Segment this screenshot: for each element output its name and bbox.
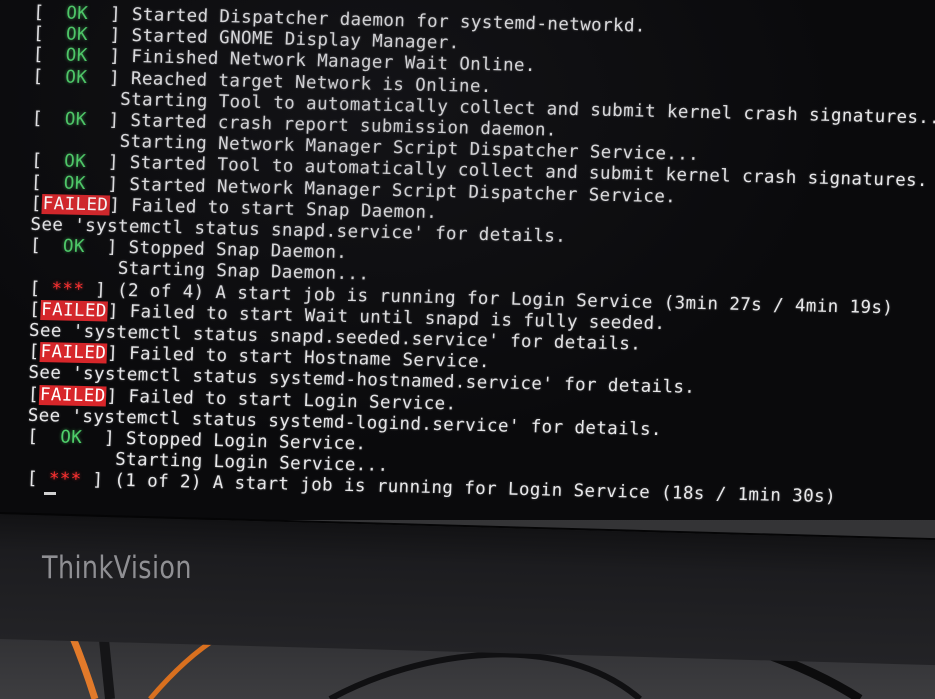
status-failed: FAILED — [41, 193, 110, 216]
status-ok: OK — [65, 24, 89, 46]
status-bracket-open: [ — [29, 235, 64, 257]
monitor-bezel — [0, 512, 935, 666]
status-ok: OK — [65, 3, 89, 24]
photo-scene: [ OK ] Started Dispatcher daemon for sys… — [0, 0, 935, 699]
status-bracket-close: ] — [108, 195, 132, 216]
log-message: (1 of 2) A start job is running for Logi… — [113, 471, 837, 508]
status-bracket-close: ] — [83, 279, 118, 301]
status-bracket-open: [ — [32, 23, 67, 45]
status-bracket-close: ] — [107, 301, 131, 322]
status-bracket-open: [ — [30, 151, 65, 172]
status-failed: FAILED — [39, 342, 108, 364]
status-bracket-open: [ — [27, 384, 40, 405]
status-bracket-open: [ — [28, 341, 41, 363]
status-bracket-open: [ — [31, 108, 66, 130]
status-bracket-open: [ — [32, 45, 67, 66]
status-failed: FAILED — [39, 299, 109, 322]
status-bracket-close: ] — [84, 237, 130, 259]
status-bracket-close: ] — [86, 67, 132, 89]
status-ok: OK — [65, 45, 88, 67]
status-bracket-open: [ — [32, 66, 66, 88]
status-bracket-close: ] — [81, 470, 115, 492]
status-bracket-open: [ — [29, 278, 52, 299]
status-bracket-open: [ — [30, 172, 65, 194]
status-ok: OK — [59, 427, 83, 448]
status-failed: FAILED — [38, 384, 108, 407]
status-ok: OK — [62, 236, 86, 258]
monitor-screen: [ OK ] Started Dispatcher daemon for sys… — [0, 0, 935, 520]
status-bracket-open: [ — [26, 469, 50, 490]
status-ok: OK — [63, 173, 87, 194]
status-bracket-close: ] — [87, 46, 132, 68]
status-bracket-open: [ — [33, 2, 67, 24]
terminal-cursor — [44, 492, 56, 495]
boot-log-line: [ *** ] (1 of 2) A start job is running … — [26, 469, 836, 508]
monitor-brand-logo: ThinkVision — [42, 550, 192, 586]
status-ok: OK — [63, 151, 87, 173]
status-bracket-close: ] — [87, 4, 133, 25]
boot-log: [ OK ] Started Dispatcher daemon for sys… — [0, 0, 935, 520]
status-bracket-close: ] — [81, 427, 127, 449]
status-progress-stars: *** — [51, 278, 85, 300]
status-progress-stars: *** — [48, 469, 82, 491]
status-bracket-open: [ — [27, 426, 61, 448]
status-bracket-close: ] — [86, 110, 131, 131]
status-bracket-open: [ — [30, 193, 43, 214]
status-bracket-open: [ — [28, 299, 41, 320]
status-bracket-close: ] — [87, 25, 133, 47]
status-bracket-close: ] — [85, 152, 131, 174]
status-ok: OK — [64, 67, 88, 88]
status-ok: OK — [64, 109, 88, 130]
status-bracket-close: ] — [106, 386, 129, 407]
status-bracket-close: ] — [85, 173, 130, 195]
status-bracket-close: ] — [106, 343, 130, 365]
